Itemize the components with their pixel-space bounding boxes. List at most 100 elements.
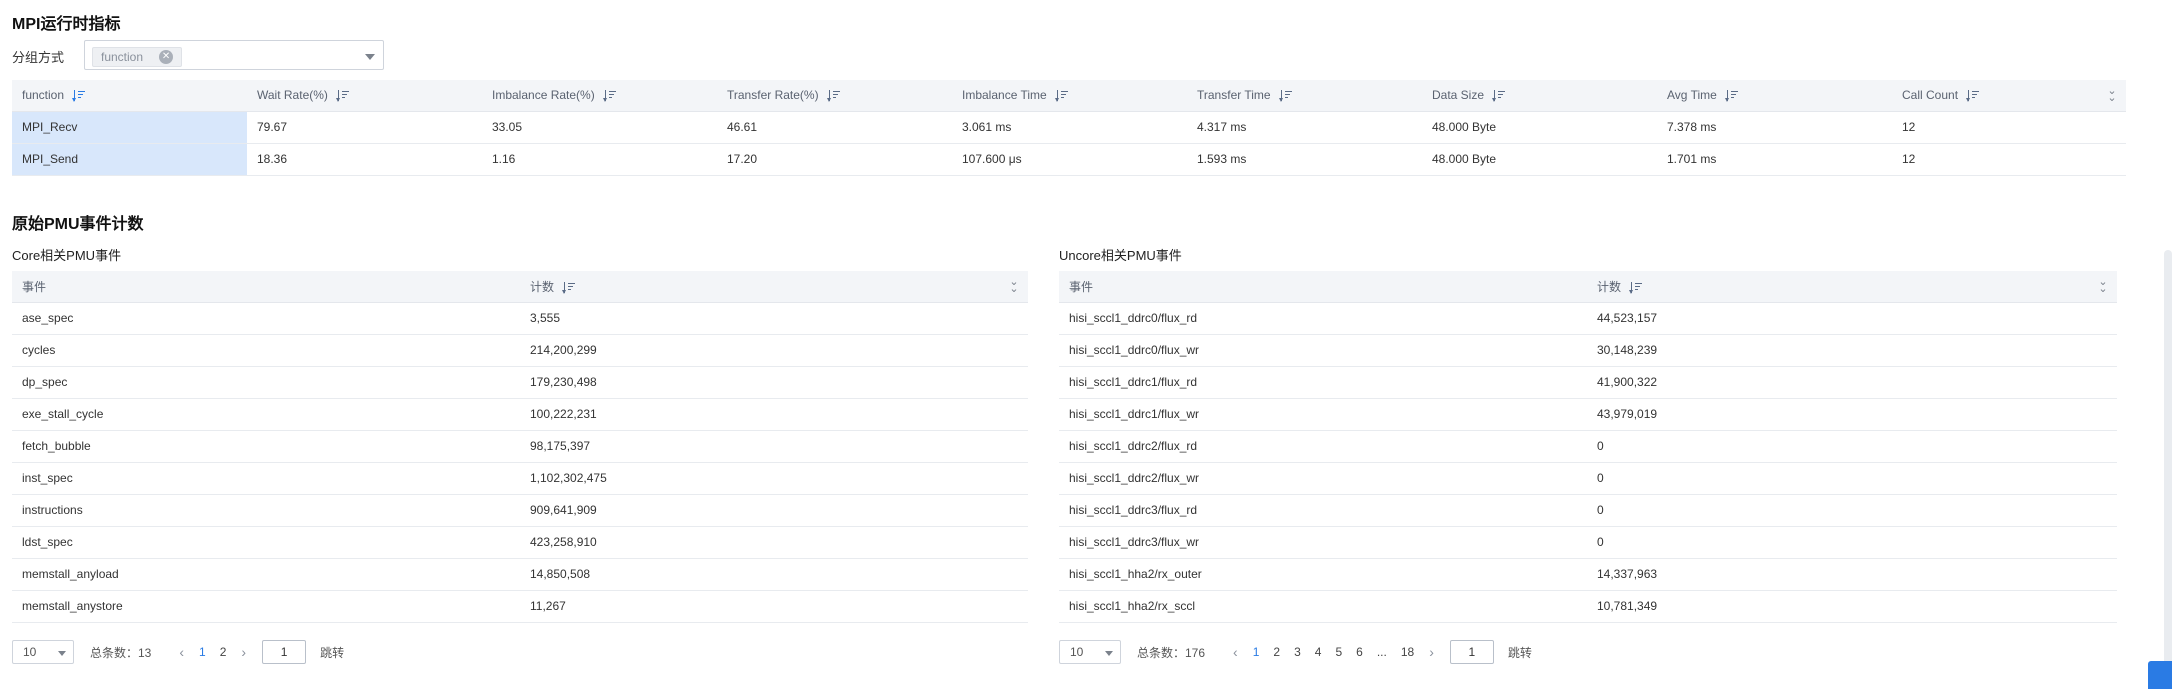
page-number[interactable]: 2 (1273, 645, 1280, 659)
chevron-left-icon[interactable]: ‹ (1233, 644, 1238, 660)
chevron-down-icon[interactable] (365, 54, 375, 60)
table-cell: cycles (12, 334, 520, 367)
page-jump-input[interactable]: 1 (262, 640, 307, 664)
table-cell: 48.000 Byte (1422, 111, 1657, 144)
close-icon[interactable]: ✕ (159, 50, 174, 64)
page-number[interactable]: 3 (1294, 645, 1301, 659)
sort-icon[interactable] (562, 281, 576, 294)
sort-icon[interactable] (1966, 90, 1980, 103)
column-header-label: Call Count (1902, 88, 1959, 103)
column-header[interactable]: Imbalance Rate(%) (482, 80, 717, 112)
table-cell: memstall_anystore (12, 590, 520, 623)
page-number[interactable]: 18 (1401, 645, 1414, 659)
column-header-label: 事件 (1069, 279, 1094, 294)
table-row[interactable]: hisi_sccl1_hha2/rx_sccl 10,781,349 (1059, 590, 2117, 623)
page-size-select[interactable]: 10 (1059, 640, 1121, 664)
table-row[interactable]: exe_stall_cycle 100,222,231 (12, 398, 1028, 431)
table-row[interactable]: hisi_sccl1_ddrc2/flux_rd 0 (1059, 430, 2117, 463)
table-row[interactable]: fetch_bubble 98,175,397 (12, 430, 1028, 463)
page-number[interactable]: 1 (199, 645, 206, 659)
table-row[interactable]: hisi_sccl1_hha2/rx_outer 14,337,963 (1059, 558, 2117, 591)
table-row[interactable]: instructions 909,641,909 (12, 494, 1028, 527)
table-cell: 1.701 ms (1657, 143, 1892, 176)
table-cell: 909,641,909 (520, 494, 1028, 527)
table-cell: 46.61 (717, 111, 952, 144)
page-ellipsis[interactable]: ... (1377, 645, 1387, 659)
column-header[interactable]: Avg Time (1657, 80, 1892, 112)
table-row[interactable]: hisi_sccl1_ddrc1/flux_wr 43,979,019 (1059, 398, 2117, 431)
page-jump-label: 跳转 (320, 645, 345, 660)
sort-icon[interactable] (335, 90, 350, 103)
column-settings-icon[interactable]: ⌄ ⌄ (1008, 277, 1020, 295)
table-row[interactable]: MPI_Send 18.36 1.16 17.20 107.600 μs 1.593 ms… (12, 143, 2126, 176)
sort-icon[interactable] (602, 90, 617, 103)
column-header[interactable]: Wait Rate(%) (247, 80, 482, 112)
table-cell: 48.000 Byte (1422, 143, 1657, 176)
table-row[interactable]: ase_spec 3,555 (12, 302, 1028, 335)
column-header[interactable]: Imbalance Time (952, 80, 1187, 112)
column-header-label: Transfer Time (1197, 88, 1271, 103)
table-row[interactable]: hisi_sccl1_ddrc1/flux_rd 41,900,322 (1059, 366, 2117, 399)
column-header[interactable]: Data Size (1422, 80, 1657, 112)
table-row[interactable]: hisi_sccl1_ddrc2/flux_wr 0 (1059, 462, 2117, 495)
column-header-label: Transfer Rate(%) (727, 88, 819, 103)
column-header[interactable]: Transfer Rate(%) (717, 80, 952, 112)
page-number[interactable]: 6 (1356, 645, 1363, 659)
chevron-right-icon[interactable]: › (1429, 644, 1434, 660)
page-number[interactable]: 1 (1253, 645, 1260, 659)
table-row[interactable]: ldst_spec 423,258,910 (12, 526, 1028, 559)
column-header[interactable]: 事件 (12, 271, 520, 303)
table-row[interactable]: MPI_Recv 79.67 33.05 46.61 3.061 ms 4.317 ms 4… (12, 111, 2126, 144)
page-number[interactable]: 5 (1335, 645, 1342, 659)
table-row[interactable]: hisi_sccl1_ddrc0/flux_rd 44,523,157 (1059, 302, 2117, 335)
page-number[interactable]: 2 (220, 645, 227, 659)
sort-icon[interactable] (1492, 90, 1506, 103)
sort-icon[interactable] (1278, 90, 1293, 103)
table-row[interactable]: cycles 214,200,299 (12, 334, 1028, 367)
sort-icon[interactable] (1054, 90, 1069, 103)
table-cell: 18.36 (247, 143, 482, 176)
table-row[interactable]: hisi_sccl1_ddrc0/flux_wr 30,148,239 (1059, 334, 2117, 367)
column-header[interactable]: Transfer Time (1187, 80, 1422, 112)
page-size-select[interactable]: 10 (12, 640, 74, 664)
core-pmu-label: Core相关PMU事件 (12, 248, 122, 263)
total-count: 总条数：176 (1137, 645, 1206, 660)
page-jump-input[interactable]: 1 (1449, 640, 1494, 664)
table-row[interactable]: memstall_anystore 11,267 (12, 590, 1028, 623)
chevron-right-icon[interactable]: › (241, 644, 246, 660)
core-pagination: 10 总条数：13 ‹ 1 2 › 1 跳转 (12, 640, 344, 664)
table-row[interactable]: hisi_sccl1_ddrc3/flux_rd 0 (1059, 494, 2117, 527)
table-row[interactable]: dp_spec 179,230,498 (12, 366, 1028, 399)
table-cell: hisi_sccl1_ddrc0/flux_rd (1059, 302, 1587, 335)
table-row[interactable]: memstall_anyload 14,850,508 (12, 558, 1028, 591)
table-cell: 17.20 (717, 143, 952, 176)
table-row[interactable]: hisi_sccl1_ddrc3/flux_wr 0 (1059, 526, 2117, 559)
page-number[interactable]: 4 (1315, 645, 1322, 659)
column-header[interactable]: 事件 (1059, 271, 1587, 303)
table-cell: hisi_sccl1_ddrc1/flux_wr (1059, 398, 1587, 431)
column-settings-icon[interactable]: ⌄ ⌄ (2097, 277, 2109, 295)
sort-icon[interactable] (826, 90, 841, 103)
floating-action-button[interactable] (2148, 661, 2172, 689)
column-settings-icon[interactable]: ⌄ ⌄ (2106, 86, 2118, 104)
table-cell: 0 (1587, 430, 2117, 463)
mpi-section-title: MPI运行时指标 (12, 16, 121, 33)
column-header[interactable]: 计数 ⌄ ⌄ (1587, 271, 2117, 303)
chevron-left-icon[interactable]: ‹ (179, 644, 184, 660)
group-by-select[interactable]: function ✕ (84, 40, 384, 70)
table-cell: 7.378 ms (1657, 111, 1892, 144)
sort-icon[interactable] (1724, 90, 1739, 103)
column-header[interactable]: function (12, 80, 247, 112)
column-header[interactable]: 计数 ⌄ ⌄ (520, 271, 1028, 303)
column-header-label: Data Size (1432, 88, 1485, 103)
table-cell: 0 (1587, 526, 2117, 559)
group-tag-label: function (101, 50, 144, 64)
table-row[interactable]: inst_spec 1,102,302,475 (12, 462, 1028, 495)
sort-icon[interactable] (72, 90, 86, 103)
uncore-pmu-label: Uncore相关PMU事件 (1059, 248, 1182, 263)
page-jump-label: 跳转 (1507, 645, 1532, 660)
table-cell: hisi_sccl1_ddrc1/flux_rd (1059, 366, 1587, 399)
column-header[interactable]: Call Count ⌄ ⌄ (1892, 80, 2126, 112)
page-scrollbar[interactable] (2164, 250, 2172, 680)
sort-icon[interactable] (1629, 281, 1643, 294)
